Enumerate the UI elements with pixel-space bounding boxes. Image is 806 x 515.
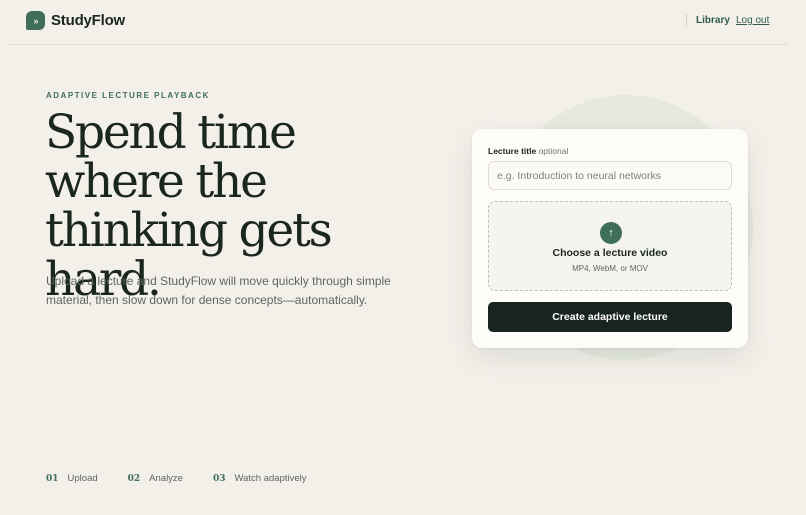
step-item: 03 Watch adaptively [213, 473, 307, 484]
nav-logout-link[interactable]: Log out [736, 15, 769, 26]
steps-list: 01 Upload 02 Analyze 03 Watch adaptively [46, 473, 337, 484]
step-label: Analyze [149, 473, 183, 484]
step-number: 02 [127, 474, 141, 484]
dropzone-hint: MP4, WebM, or MOV [572, 264, 648, 273]
step-item: 01 Upload [46, 473, 98, 484]
eyebrow-label: ADAPTIVE LECTURE PLAYBACK [46, 91, 210, 100]
fast-forward-icon[interactable]: » [26, 11, 45, 30]
video-dropzone[interactable]: ↑ Choose a lecture video MP4, WebM, or M… [488, 201, 732, 291]
step-number: 01 [46, 474, 59, 484]
upload-card: Lecture title optional ↑ Choose a lectur… [472, 129, 748, 348]
lecture-title-label: Lecture title optional [488, 146, 568, 156]
optional-tag: optional [538, 146, 569, 156]
top-header: » StudyFlow Library Log out [8, 0, 788, 45]
lecture-title-label-text: Lecture title [488, 146, 537, 156]
step-label: Watch adaptively [234, 473, 307, 484]
brand-name[interactable]: StudyFlow [51, 12, 125, 29]
arrow-up-icon: ↑ [600, 222, 622, 244]
lecture-title-input[interactable] [488, 161, 732, 190]
hero-subtext: Upload a lecture and StudyFlow will move… [46, 274, 391, 307]
create-lecture-button[interactable]: Create adaptive lecture [488, 302, 732, 332]
step-item: 02 Analyze [128, 473, 183, 484]
nav-library-link[interactable]: Library [696, 15, 730, 26]
step-label: Upload [67, 473, 98, 484]
nav-divider [686, 14, 687, 27]
dropzone-title: Choose a lecture video [552, 247, 668, 259]
step-number: 03 [212, 474, 226, 484]
